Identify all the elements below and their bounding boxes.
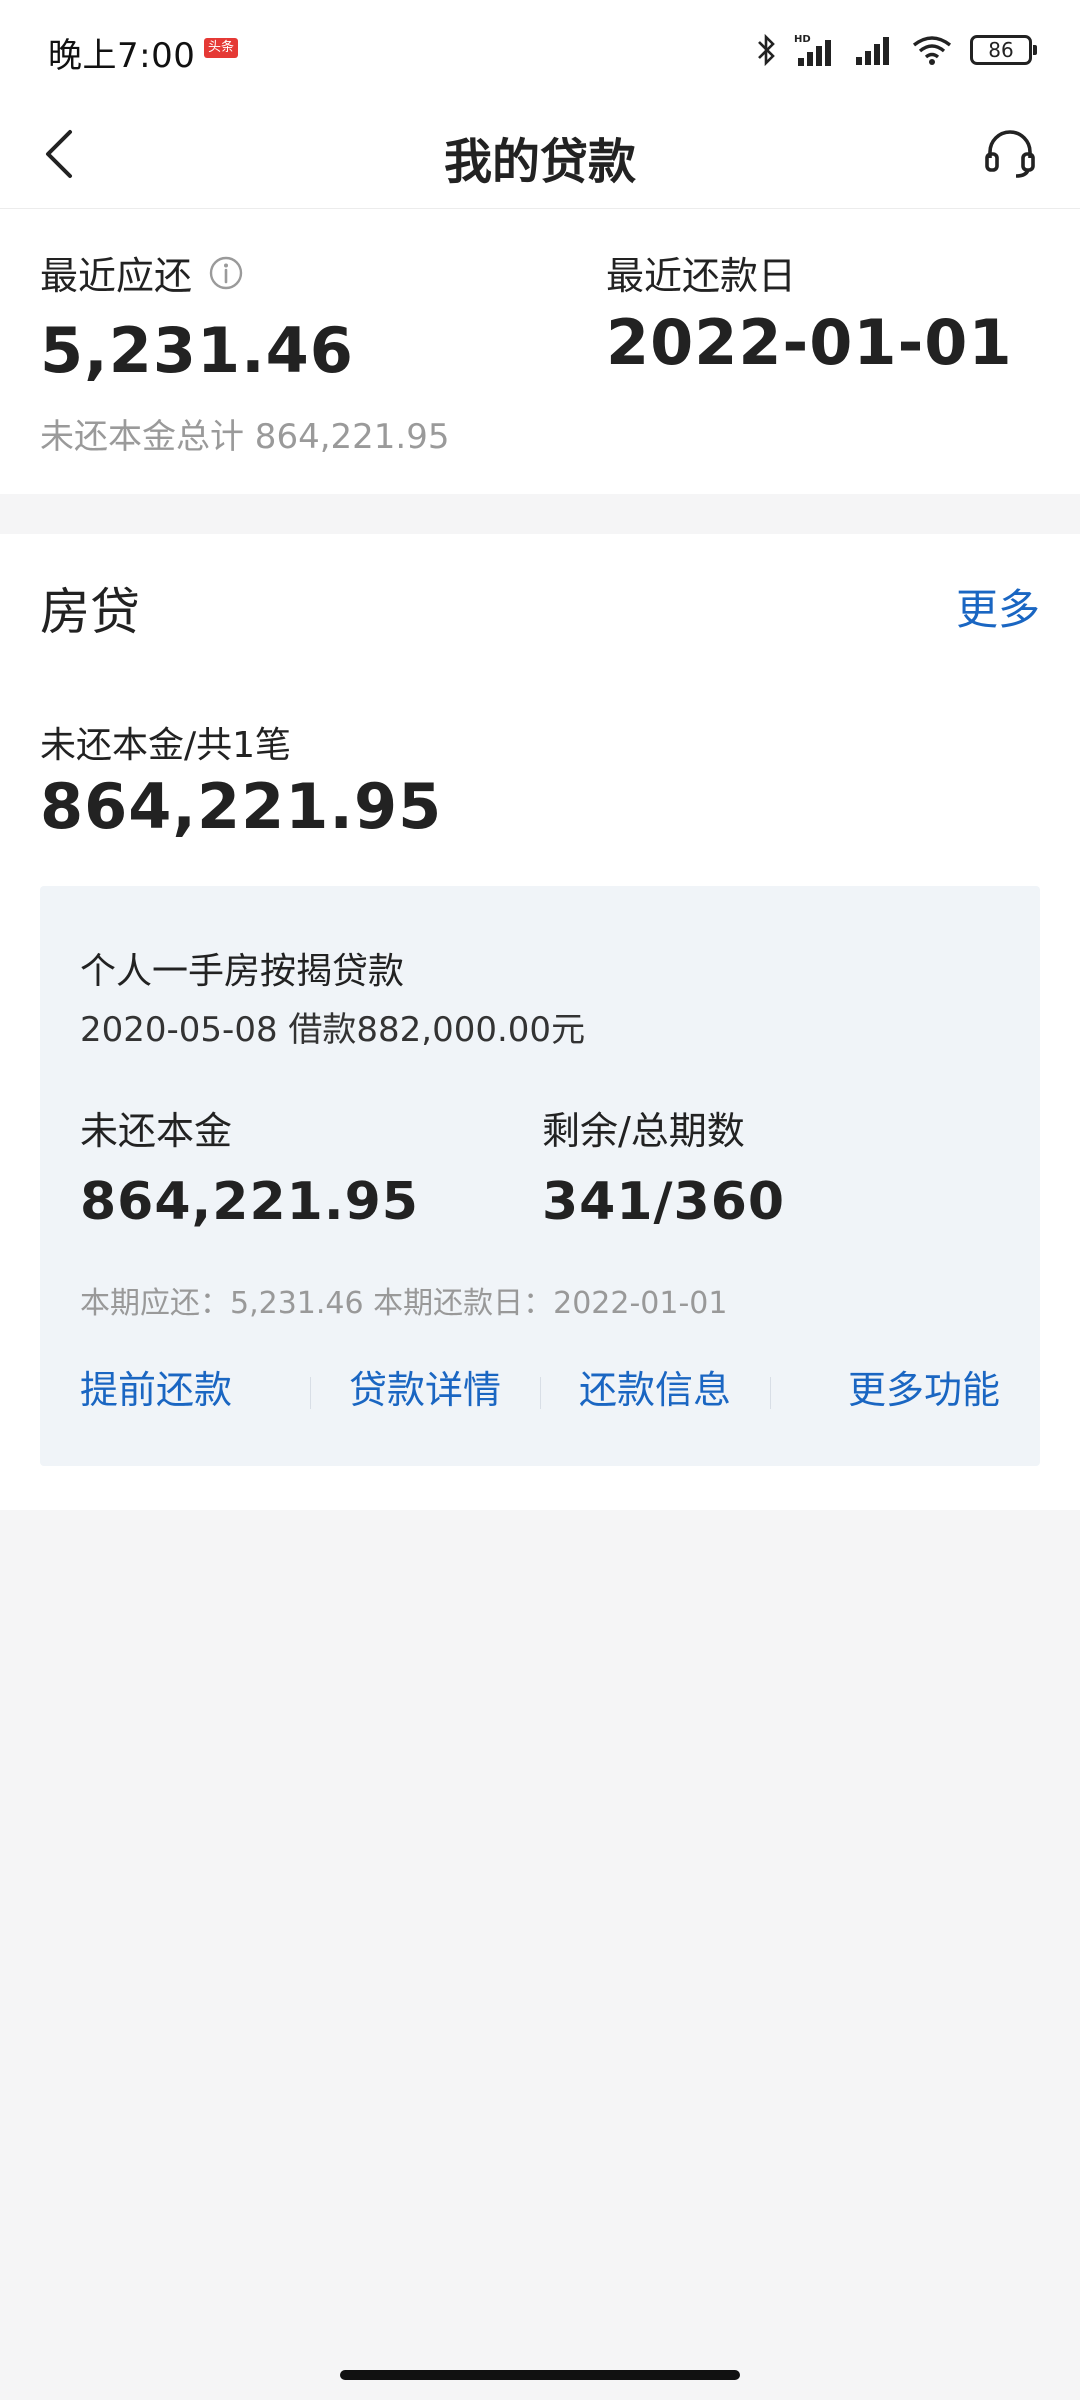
recent-due-label-row: 最近应还 <box>40 245 354 300</box>
principal-label: 未还本金 <box>80 1109 233 1153</box>
loan-borrow-info: 2020-05-08 借款882,000.00元 <box>80 1010 586 1050</box>
bluetooth-icon <box>758 33 775 67</box>
current-period-info: 本期应还：5,231.46 本期还款日：2022-01-01 <box>80 1286 728 1321</box>
loan-name: 个人一手房按揭贷款 <box>80 951 405 992</box>
page-title: 我的贷款 <box>443 134 636 190</box>
signal-icon <box>856 37 889 65</box>
nav-header: 我的贷款 <box>0 96 1080 209</box>
home-indicator[interactable] <box>340 2370 740 2380</box>
more-functions-button[interactable]: 更多功能 <box>770 1359 1040 1414</box>
unpaid-label: 未还本金/共1笔 <box>40 725 292 766</box>
recent-due-amount: 5,231.46 <box>40 314 354 387</box>
headset-icon[interactable] <box>982 124 1038 180</box>
principal-value: 864,221.95 <box>80 1172 419 1232</box>
loan-actions: 提前还款 贷款详情 还款信息 更多功能 <box>40 1356 1040 1416</box>
recent-due-block: 最近应还 5,231.46 <box>40 245 354 387</box>
section-title: 房贷 <box>40 583 140 641</box>
recent-due-date-label: 最近还款日 <box>606 254 797 298</box>
total-principal-text: 未还本金总计 864,221.95 <box>40 417 450 457</box>
hd-signal-icon: HD <box>794 34 831 66</box>
wifi-icon <box>912 36 952 65</box>
loan-details-button[interactable]: 贷款详情 <box>310 1359 540 1414</box>
periods-label: 剩余/总期数 <box>542 1109 745 1153</box>
repayment-summary: 最近应还 5,231.46 最近还款日 2022-01-01 未还本金总计 86… <box>0 209 1080 494</box>
recent-due-date-block: 最近还款日 2022-01-01 <box>606 245 1013 379</box>
prepay-button[interactable]: 提前还款 <box>40 1359 310 1414</box>
page: 晚上7:00 头条 HD 86 我的贷款 最近应还 5,231.46 最近还款日… <box>0 0 1080 2400</box>
loan-card[interactable]: 个人一手房按揭贷款 2020-05-08 借款882,000.00元 未还本金 … <box>40 886 1040 1466</box>
news-badge: 头条 <box>204 38 238 58</box>
more-link[interactable]: 更多 <box>956 576 1040 637</box>
info-icon[interactable] <box>208 255 244 291</box>
svg-text:HD: HD <box>794 34 811 45</box>
battery-icon: 86 <box>970 35 1037 65</box>
mortgage-section: 房贷 更多 未还本金/共1笔 864,221.95 个人一手房按揭贷款 2020… <box>0 534 1080 1510</box>
repayment-info-button[interactable]: 还款信息 <box>540 1359 770 1414</box>
recent-due-label: 最近应还 <box>40 254 193 298</box>
status-icons: HD 86 <box>756 30 1037 70</box>
recent-due-date: 2022-01-01 <box>606 306 1013 379</box>
status-time: 晚上7:00 <box>48 36 196 76</box>
periods-value: 341/360 <box>542 1172 786 1232</box>
unpaid-amount: 864,221.95 <box>40 770 443 843</box>
status-bar: 晚上7:00 头条 HD 86 <box>0 0 1080 96</box>
